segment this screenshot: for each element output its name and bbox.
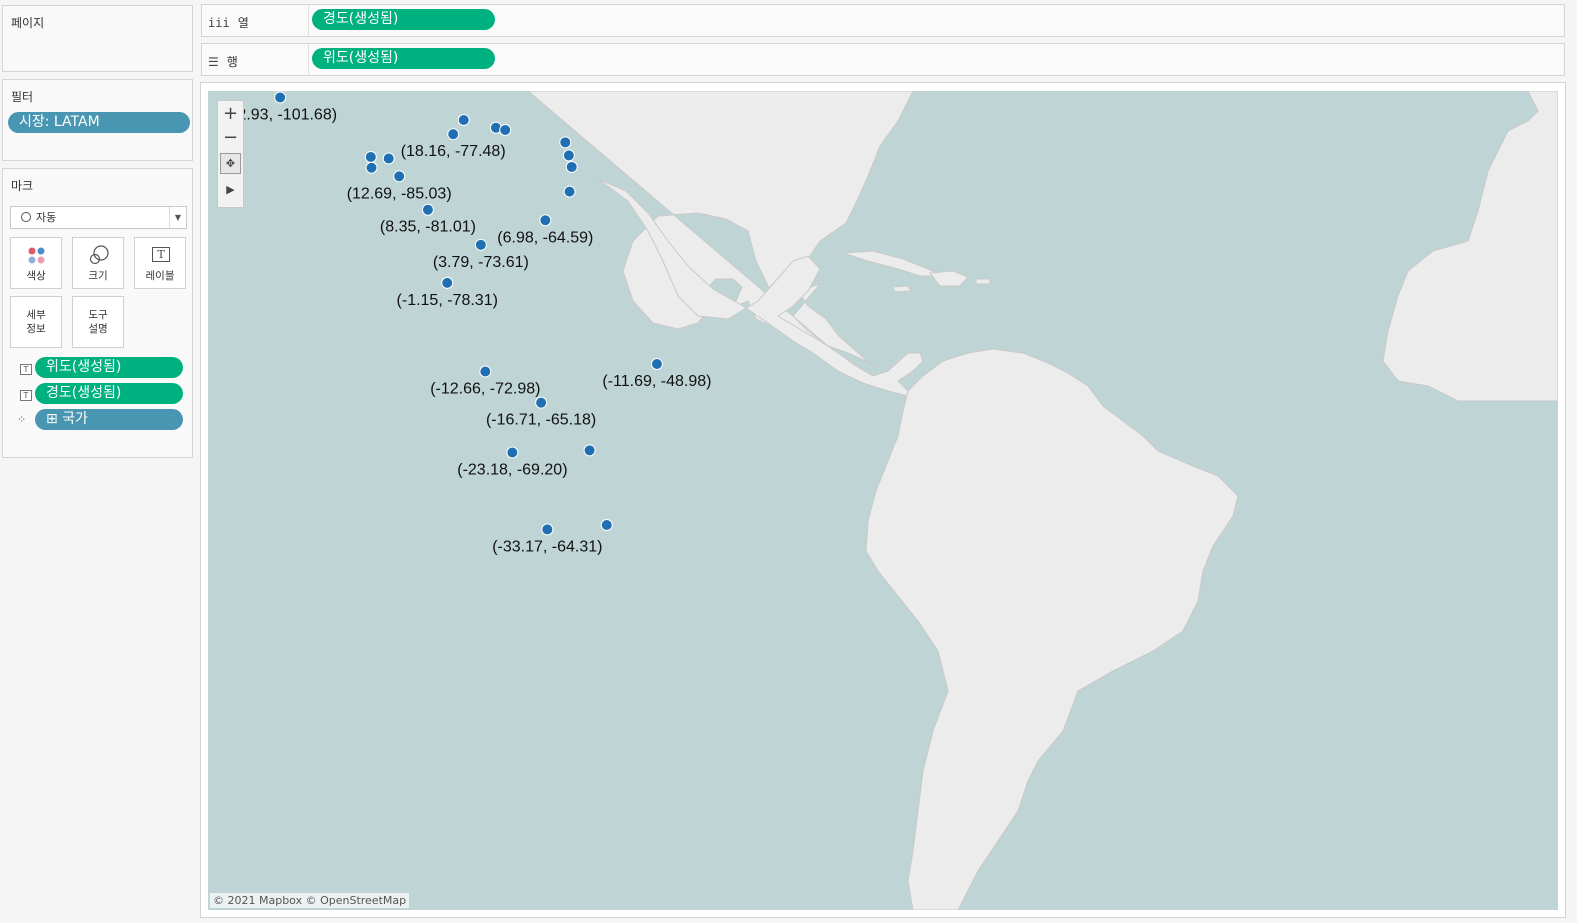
size-button[interactable]: 크기 xyxy=(72,237,124,289)
columns-shelf-label: iii 열 xyxy=(208,16,249,30)
zoom-in-button[interactable]: + xyxy=(218,103,243,124)
rows-icon: ☰ xyxy=(208,55,219,69)
map-data-point[interactable] xyxy=(393,170,406,183)
map-data-point[interactable] xyxy=(583,444,596,457)
detail-type-icon: ⁘ xyxy=(17,413,27,426)
map-point-label: (-12.66, -72.98) xyxy=(430,380,540,397)
detail-button[interactable]: 세부 정보 xyxy=(10,296,62,348)
map-data-point[interactable] xyxy=(541,523,554,536)
marks-pill-country[interactable]: ⊞ 국가 xyxy=(35,409,183,430)
size-button-label: 크기 xyxy=(88,270,108,282)
tooltip-button-label: 도구 설명 xyxy=(88,309,108,335)
marks-pill-longitude[interactable]: 경도(생성됨) xyxy=(35,383,183,404)
map-point-label: (18.16, -77.48) xyxy=(401,143,506,160)
chevron-down-icon[interactable]: ▼ xyxy=(169,207,186,228)
columns-pill-longitude[interactable]: 경도(생성됨) xyxy=(312,9,495,30)
map-point-label: (-11.69, -48.98) xyxy=(602,373,711,390)
detail-button-label: 세부 정보 xyxy=(26,309,46,335)
landmass-jamaica xyxy=(891,285,912,293)
circle-icon xyxy=(21,212,31,222)
mark-type-value: 자동 xyxy=(36,211,57,224)
map-data-point[interactable] xyxy=(421,203,434,216)
rows-shelf: ☰ 행 위도(생성됨) xyxy=(201,43,1565,76)
map-controls: + − ✥ ▶ xyxy=(217,100,244,208)
map-data-point[interactable] xyxy=(457,114,470,126)
map-point-label: (8.35, -81.01) xyxy=(380,219,476,236)
map-point-label: (-33.17, -64.31) xyxy=(492,538,602,555)
map-point-label: (6.98, -64.59) xyxy=(497,229,593,246)
mark-type-dropdown[interactable]: 자동 ▼ xyxy=(10,206,187,229)
map-data-point[interactable] xyxy=(565,160,578,173)
label-type-icon: T xyxy=(20,390,32,401)
pages-card: 페이지 xyxy=(2,5,193,72)
rows-shelf-label: ☰ 행 xyxy=(208,55,238,69)
label-button[interactable]: T 레이블 xyxy=(134,237,186,289)
map-point-label: (3.79, -73.61) xyxy=(433,254,529,271)
map-data-point[interactable] xyxy=(499,124,512,137)
marks-card-title: 마크 xyxy=(11,179,34,193)
map-credit: © 2021 Mapbox © OpenStreetMap xyxy=(210,893,410,908)
map-data-point[interactable] xyxy=(382,152,395,165)
map-data-point[interactable] xyxy=(506,446,519,459)
marks-card: 마크 자동 ▼ 색상 크기 T 레이블 세부 정보 도구 설명 T 위도(생성됨) … xyxy=(2,168,193,458)
map-data-point[interactable] xyxy=(447,128,460,141)
landmass-puerto-rico xyxy=(975,278,991,285)
map-data-point[interactable] xyxy=(563,185,576,198)
map-data-point[interactable] xyxy=(535,396,548,409)
label-type-icon: T xyxy=(20,364,32,375)
map-data-point[interactable] xyxy=(559,136,572,149)
filters-card-title: 필터 xyxy=(11,90,34,104)
columns-icon: iii xyxy=(208,16,230,30)
color-button-label: 색상 xyxy=(26,270,46,282)
map-data-point[interactable] xyxy=(600,519,613,532)
expand-toolbar-icon[interactable]: ▶ xyxy=(218,183,243,196)
map-view[interactable]: (22.93, -101.68)(18.16, -77.48)(12.69, -… xyxy=(208,91,1558,910)
color-icon xyxy=(28,247,45,264)
marks-pill-latitude[interactable]: 위도(생성됨) xyxy=(35,357,183,378)
filters-card: 필터 시장: LATAM xyxy=(2,79,193,161)
map-data-point[interactable] xyxy=(562,149,575,162)
map-data-point[interactable] xyxy=(274,91,287,104)
map-point-label: (-16.71, -65.18) xyxy=(486,412,596,429)
pages-card-title: 페이지 xyxy=(11,16,45,30)
map-point-label: (12.69, -85.03) xyxy=(347,185,452,202)
pan-reset-button[interactable]: ✥ xyxy=(220,153,241,174)
text-icon: T xyxy=(152,247,170,262)
map-data-point[interactable] xyxy=(365,161,378,174)
map-point-label: (-23.18, -69.20) xyxy=(457,461,567,478)
filter-pill-market[interactable]: 시장: LATAM xyxy=(8,112,190,133)
zoom-out-button[interactable]: − xyxy=(218,127,243,148)
rows-pill-latitude[interactable]: 위도(생성됨) xyxy=(312,48,495,69)
map-data-point[interactable] xyxy=(364,150,377,163)
label-button-label: 레이블 xyxy=(145,270,175,282)
tooltip-button[interactable]: 도구 설명 xyxy=(72,296,124,348)
map-data-point[interactable] xyxy=(479,365,492,378)
map-data-point[interactable] xyxy=(650,358,663,371)
color-button[interactable]: 색상 xyxy=(10,237,62,289)
map-data-point[interactable] xyxy=(539,214,552,227)
map-data-point[interactable] xyxy=(441,276,454,289)
map-data-point[interactable] xyxy=(474,238,487,251)
columns-shelf: iii 열 경도(생성됨) xyxy=(201,4,1565,37)
size-icon xyxy=(89,245,109,265)
map-point-label: (-1.15, -78.31) xyxy=(397,292,498,309)
